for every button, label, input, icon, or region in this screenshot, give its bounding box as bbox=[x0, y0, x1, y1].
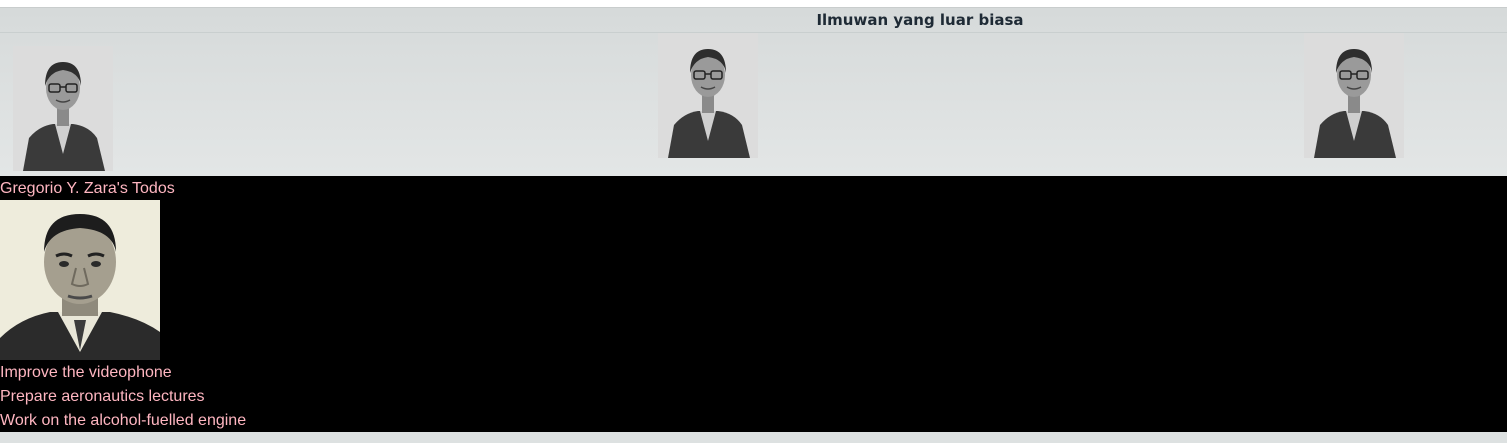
scientist-portrait-3 bbox=[1304, 33, 1404, 158]
scientist-portrait-icon bbox=[13, 46, 113, 171]
todo-item: Prepare aeronautics lectures bbox=[0, 388, 205, 405]
page-top-strip bbox=[0, 0, 1507, 7]
scientist-portrait-1 bbox=[13, 46, 113, 171]
gregorio-zara-portrait-icon bbox=[0, 200, 160, 360]
todo-heading: Gregorio Y. Zara's Todos bbox=[0, 180, 175, 197]
scientist-portrait-icon bbox=[1304, 33, 1404, 158]
gallery-title: Ilmuwan yang luar biasa bbox=[0, 8, 1507, 33]
gregorio-zara-photo bbox=[0, 200, 160, 360]
todo-item: Improve the videophone bbox=[0, 364, 172, 381]
scientist-portrait-icon bbox=[658, 33, 758, 158]
todo-item: Work on the alcohol-fuelled engine bbox=[0, 412, 247, 429]
todo-section: Gregorio Y. Zara's Todos Improve the vid… bbox=[0, 176, 1507, 432]
todo-list: Improve the videophone Prepare aeronauti… bbox=[0, 361, 246, 433]
gallery-section: Ilmuwan yang luar biasa bbox=[0, 7, 1507, 176]
scientist-portrait-2 bbox=[658, 33, 758, 158]
